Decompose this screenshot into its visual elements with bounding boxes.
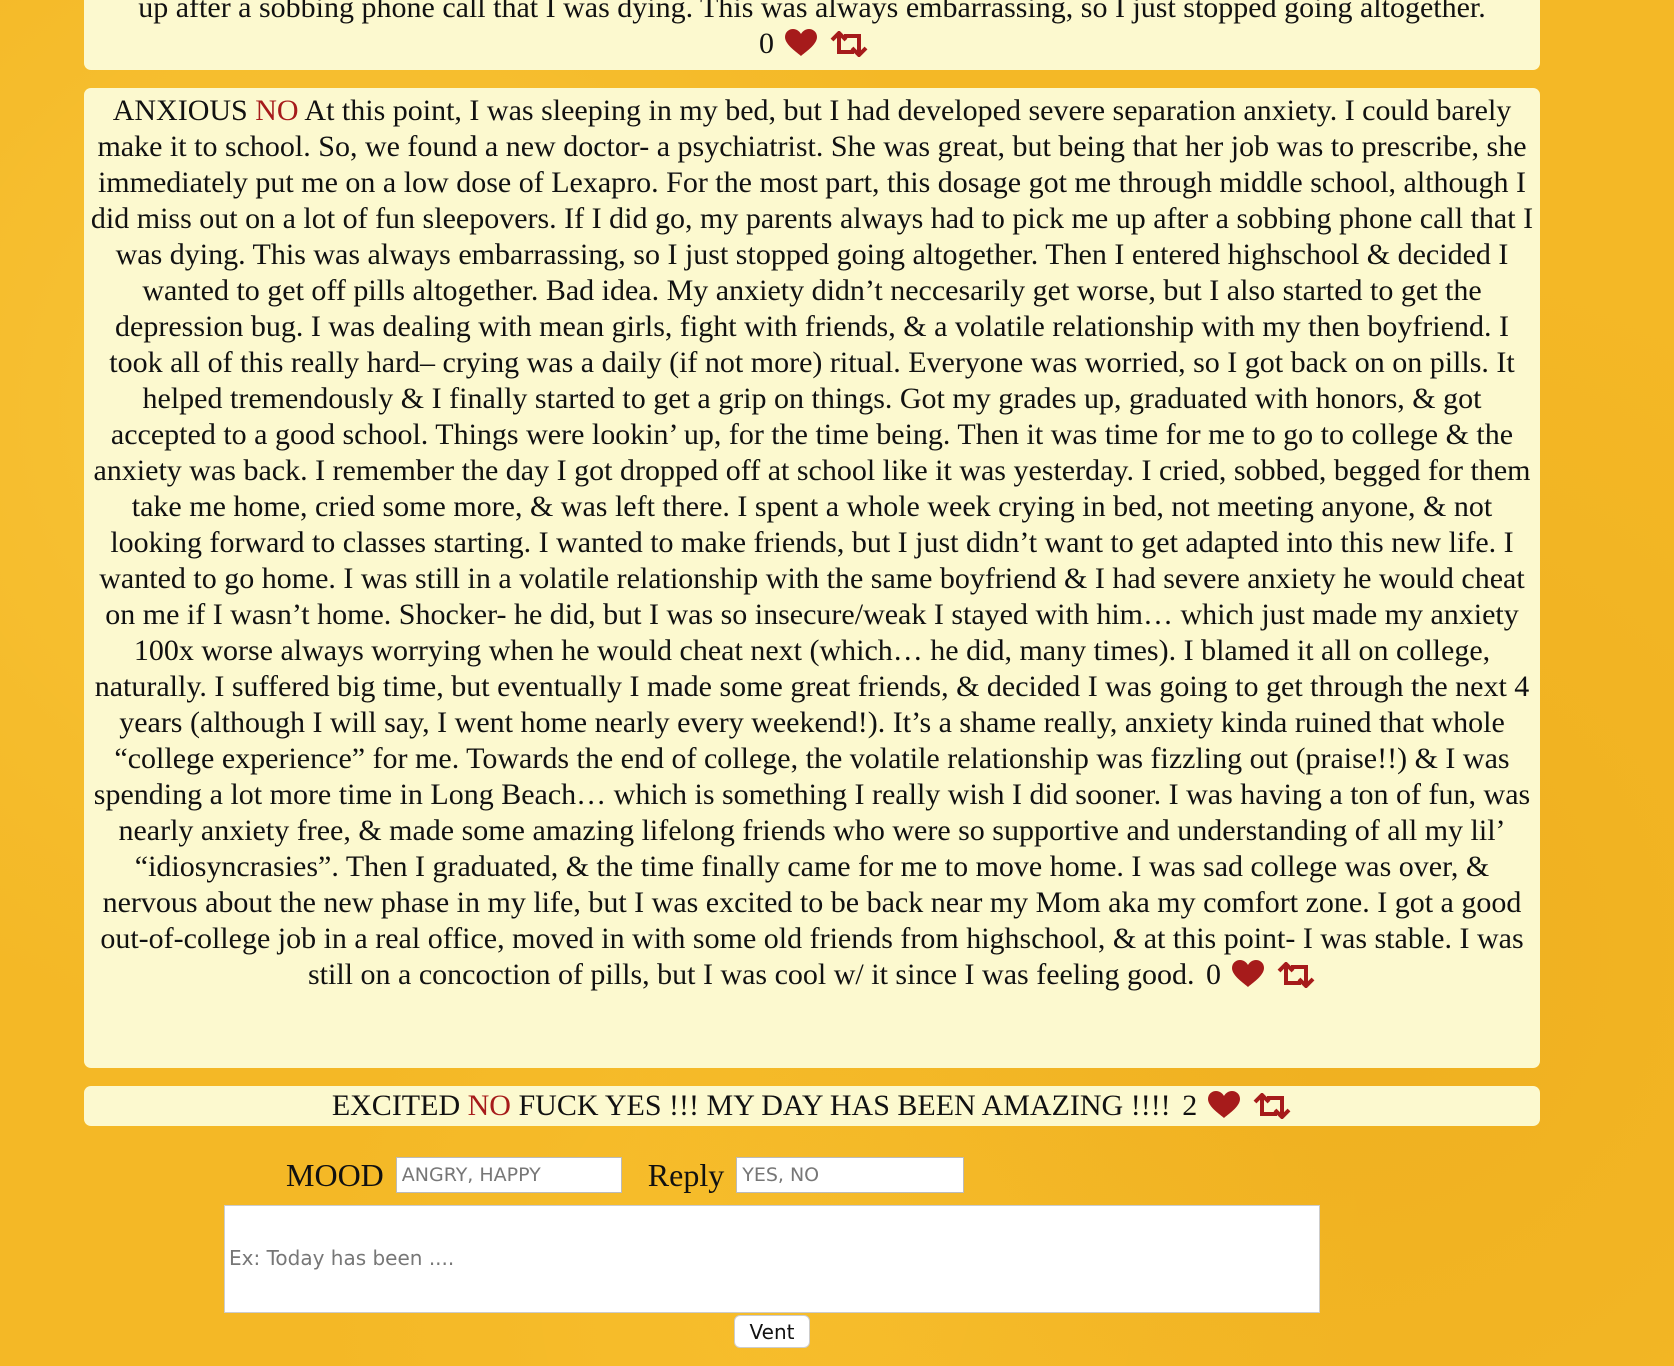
post-text: up after a sobbing phone call that I was…: [138, 0, 1486, 24]
heart-icon[interactable]: [1231, 960, 1265, 988]
post-text: FUCK YES !!! MY DAY HAS BEEN AMAZING !!!…: [518, 1089, 1171, 1122]
vent-button[interactable]: Vent: [734, 1315, 810, 1348]
retweet-icon[interactable]: [1252, 1093, 1292, 1119]
mood-input[interactable]: [395, 1157, 622, 1193]
post-card: ANXIOUS NO At this point, I was sleeping…: [84, 88, 1540, 1068]
form-fields-row: MOOD Reply: [286, 1155, 965, 1199]
post-card: EXCITED NO FUCK YES !!! MY DAY HAS BEEN …: [84, 1086, 1540, 1126]
vent-textarea[interactable]: [224, 1205, 1320, 1313]
post-mood: EXCITED: [331, 1089, 461, 1122]
post-feed: up after a sobbing phone call that I was…: [84, 0, 1540, 1144]
retweet-icon[interactable]: [829, 31, 869, 57]
heart-icon[interactable]: [784, 29, 818, 57]
reply-input[interactable]: [736, 1157, 965, 1193]
like-count: 2: [1182, 1089, 1198, 1122]
mood-label: MOOD: [286, 1157, 384, 1193]
post-reply-status: NO: [255, 94, 299, 127]
post-text: At this point, I was sleeping in my bed,…: [90, 94, 1534, 991]
reply-label: Reply: [647, 1157, 725, 1193]
heart-icon[interactable]: [1207, 1091, 1241, 1119]
like-count: 0: [1206, 958, 1221, 991]
post-mood: ANXIOUS: [112, 94, 248, 127]
like-count: 0: [759, 27, 774, 60]
post-card: up after a sobbing phone call that I was…: [84, 0, 1540, 70]
post-reply-status: NO: [467, 1089, 511, 1122]
retweet-icon[interactable]: [1276, 962, 1316, 988]
